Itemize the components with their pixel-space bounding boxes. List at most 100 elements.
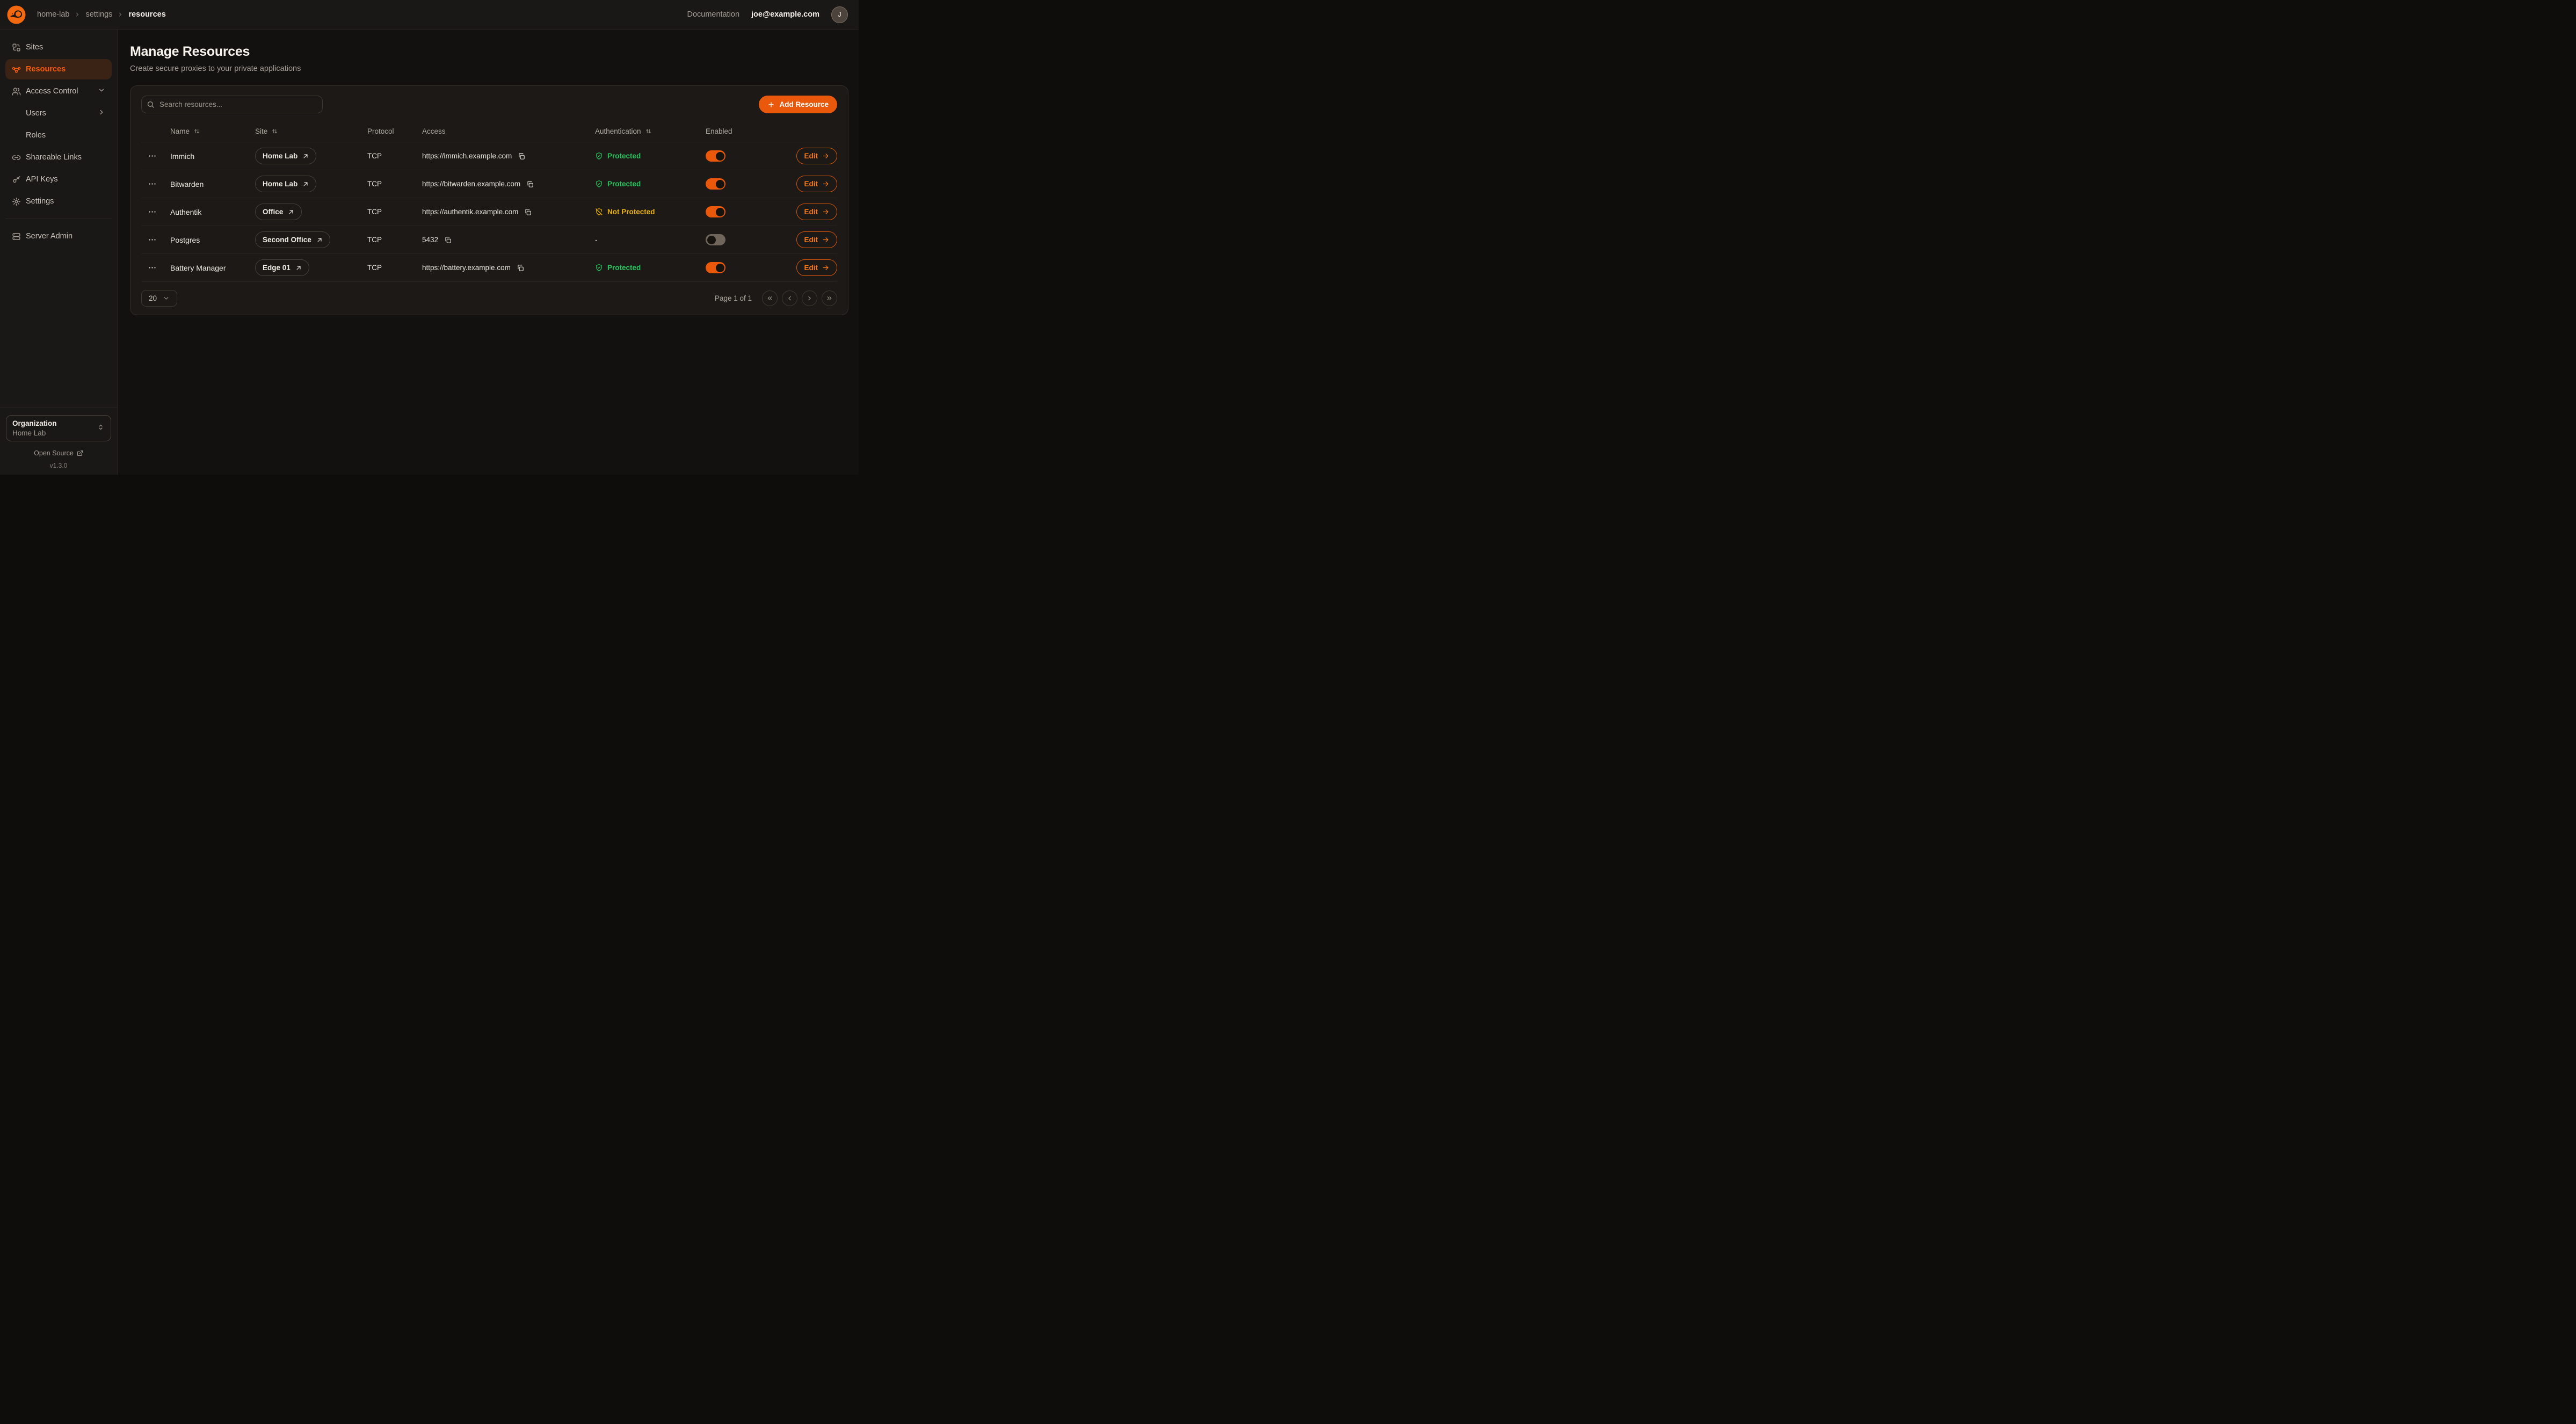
card-toolbar: Add Resource	[141, 96, 837, 113]
main-content: Manage Resources Create secure proxies t…	[118, 30, 859, 475]
ellipsis-icon	[148, 180, 156, 188]
arrow-right-icon	[822, 208, 829, 215]
resource-name: Immich	[170, 152, 255, 161]
plus-icon	[767, 101, 775, 108]
enabled-toggle[interactable]	[706, 150, 725, 162]
ellipsis-icon	[148, 264, 156, 272]
site-link[interactable]: Second Office	[255, 231, 330, 248]
open-source-link[interactable]: Open Source	[6, 449, 111, 457]
authentication-status: Not Protected	[595, 208, 706, 216]
edit-button[interactable]: Edit	[796, 231, 838, 248]
edit-button[interactable]: Edit	[796, 204, 838, 220]
organization-switcher[interactable]: Organization Home Lab	[6, 415, 111, 441]
copy-button[interactable]	[526, 180, 534, 188]
search-box	[141, 96, 323, 113]
table-row: Bitwarden Home Lab TCP https://bitwarden…	[141, 170, 837, 198]
sidebar-item-users[interactable]: Users	[5, 103, 112, 123]
ellipsis-icon	[148, 236, 156, 244]
sidebar: Sites Resources Access Control Users Rol…	[0, 30, 118, 475]
table-row: Authentik Office TCP https://authentik.e…	[141, 198, 837, 226]
sidebar-item-roles[interactable]: Roles	[5, 125, 112, 146]
resources-card: Add Resource Name Site P	[130, 85, 848, 315]
enabled-toggle[interactable]	[706, 206, 725, 217]
next-page-button[interactable]	[802, 290, 817, 306]
enabled-toggle[interactable]	[706, 234, 725, 245]
site-link[interactable]: Home Lab	[255, 176, 316, 192]
enabled-toggle[interactable]	[706, 178, 725, 190]
last-page-button[interactable]	[822, 290, 837, 306]
sidebar-item-sites[interactable]: Sites	[5, 37, 112, 57]
page-subtitle: Create secure proxies to your private ap…	[130, 64, 848, 73]
documentation-link[interactable]: Documentation	[687, 10, 740, 19]
chevron-down-icon	[98, 86, 105, 96]
sidebar-item-api-keys[interactable]: API Keys	[5, 169, 112, 190]
previous-page-button[interactable]	[782, 290, 797, 306]
shield-check-icon	[595, 264, 603, 272]
header-site[interactable]: Site	[255, 127, 367, 135]
chevrons-left-icon	[766, 295, 773, 302]
sidebar-item-access-control[interactable]: Access Control	[5, 81, 112, 101]
resource-name: Postgres	[170, 236, 255, 244]
site-link[interactable]: Office	[255, 204, 302, 220]
header-protocol: Protocol	[367, 127, 422, 135]
edit-button[interactable]: Edit	[796, 259, 838, 276]
edit-button[interactable]: Edit	[796, 176, 838, 192]
chevron-right-icon	[117, 11, 124, 18]
copy-button[interactable]	[518, 152, 525, 160]
arrow-right-icon	[822, 152, 829, 159]
breadcrumb: home-lab settings resources	[37, 10, 166, 19]
row-actions-button[interactable]	[141, 261, 156, 274]
copy-button[interactable]	[517, 264, 524, 272]
breadcrumb-org[interactable]: home-lab	[37, 10, 69, 19]
shield-check-icon	[595, 180, 603, 188]
shield-check-icon	[595, 152, 603, 160]
sort-icon	[645, 128, 652, 135]
sidebar-item-resources[interactable]: Resources	[5, 59, 112, 79]
user-email[interactable]: joe@example.com	[751, 10, 819, 19]
copy-button[interactable]	[524, 208, 532, 216]
table-row: Postgres Second Office TCP 5432 - Edit	[141, 226, 837, 254]
copy-icon	[444, 236, 452, 244]
access-url: https://bitwarden.example.com	[422, 180, 520, 188]
page-info: Page 1 of 1	[715, 294, 752, 302]
sidebar-item-server-admin[interactable]: Server Admin	[5, 226, 112, 246]
sort-icon	[271, 128, 278, 135]
arrow-up-right-icon	[302, 181, 309, 187]
toggle-knob	[716, 180, 724, 188]
chevron-left-icon	[786, 295, 793, 302]
first-page-button[interactable]	[762, 290, 778, 306]
add-resource-button[interactable]: Add Resource	[759, 96, 837, 113]
table-body: Immich Home Lab TCP https://immich.examp…	[141, 142, 837, 282]
toggle-knob	[716, 152, 724, 161]
chevron-right-icon	[74, 11, 81, 18]
arrow-up-right-icon	[316, 237, 323, 243]
page-size-select[interactable]: 20	[141, 290, 177, 307]
chevron-right-icon	[806, 295, 813, 302]
protocol-value: TCP	[367, 152, 422, 160]
sidebar-item-settings[interactable]: Settings	[5, 191, 112, 212]
sidebar-item-shareable-links[interactable]: Shareable Links	[5, 147, 112, 168]
access-url: https://battery.example.com	[422, 264, 511, 272]
resource-name: Authentik	[170, 208, 255, 216]
header-name[interactable]: Name	[170, 127, 255, 135]
users-icon	[12, 87, 21, 96]
enabled-toggle[interactable]	[706, 262, 725, 273]
row-actions-button[interactable]	[141, 178, 156, 190]
copy-button[interactable]	[444, 236, 452, 244]
protocol-value: TCP	[367, 264, 422, 272]
chevron-right-icon	[98, 108, 105, 118]
avatar[interactable]: J	[831, 6, 848, 23]
site-link[interactable]: Edge 01	[255, 259, 309, 276]
arrow-up-right-icon	[295, 265, 302, 271]
search-input[interactable]	[141, 96, 323, 113]
pangolin-logo[interactable]	[6, 5, 26, 25]
breadcrumb-settings[interactable]: settings	[85, 10, 112, 19]
row-actions-button[interactable]	[141, 150, 156, 162]
row-actions-button[interactable]	[141, 206, 156, 218]
site-link[interactable]: Home Lab	[255, 148, 316, 164]
edit-button[interactable]: Edit	[796, 148, 838, 164]
copy-icon	[524, 208, 532, 216]
row-actions-button[interactable]	[141, 234, 156, 246]
sites-icon	[12, 43, 21, 52]
header-authentication[interactable]: Authentication	[595, 127, 706, 135]
